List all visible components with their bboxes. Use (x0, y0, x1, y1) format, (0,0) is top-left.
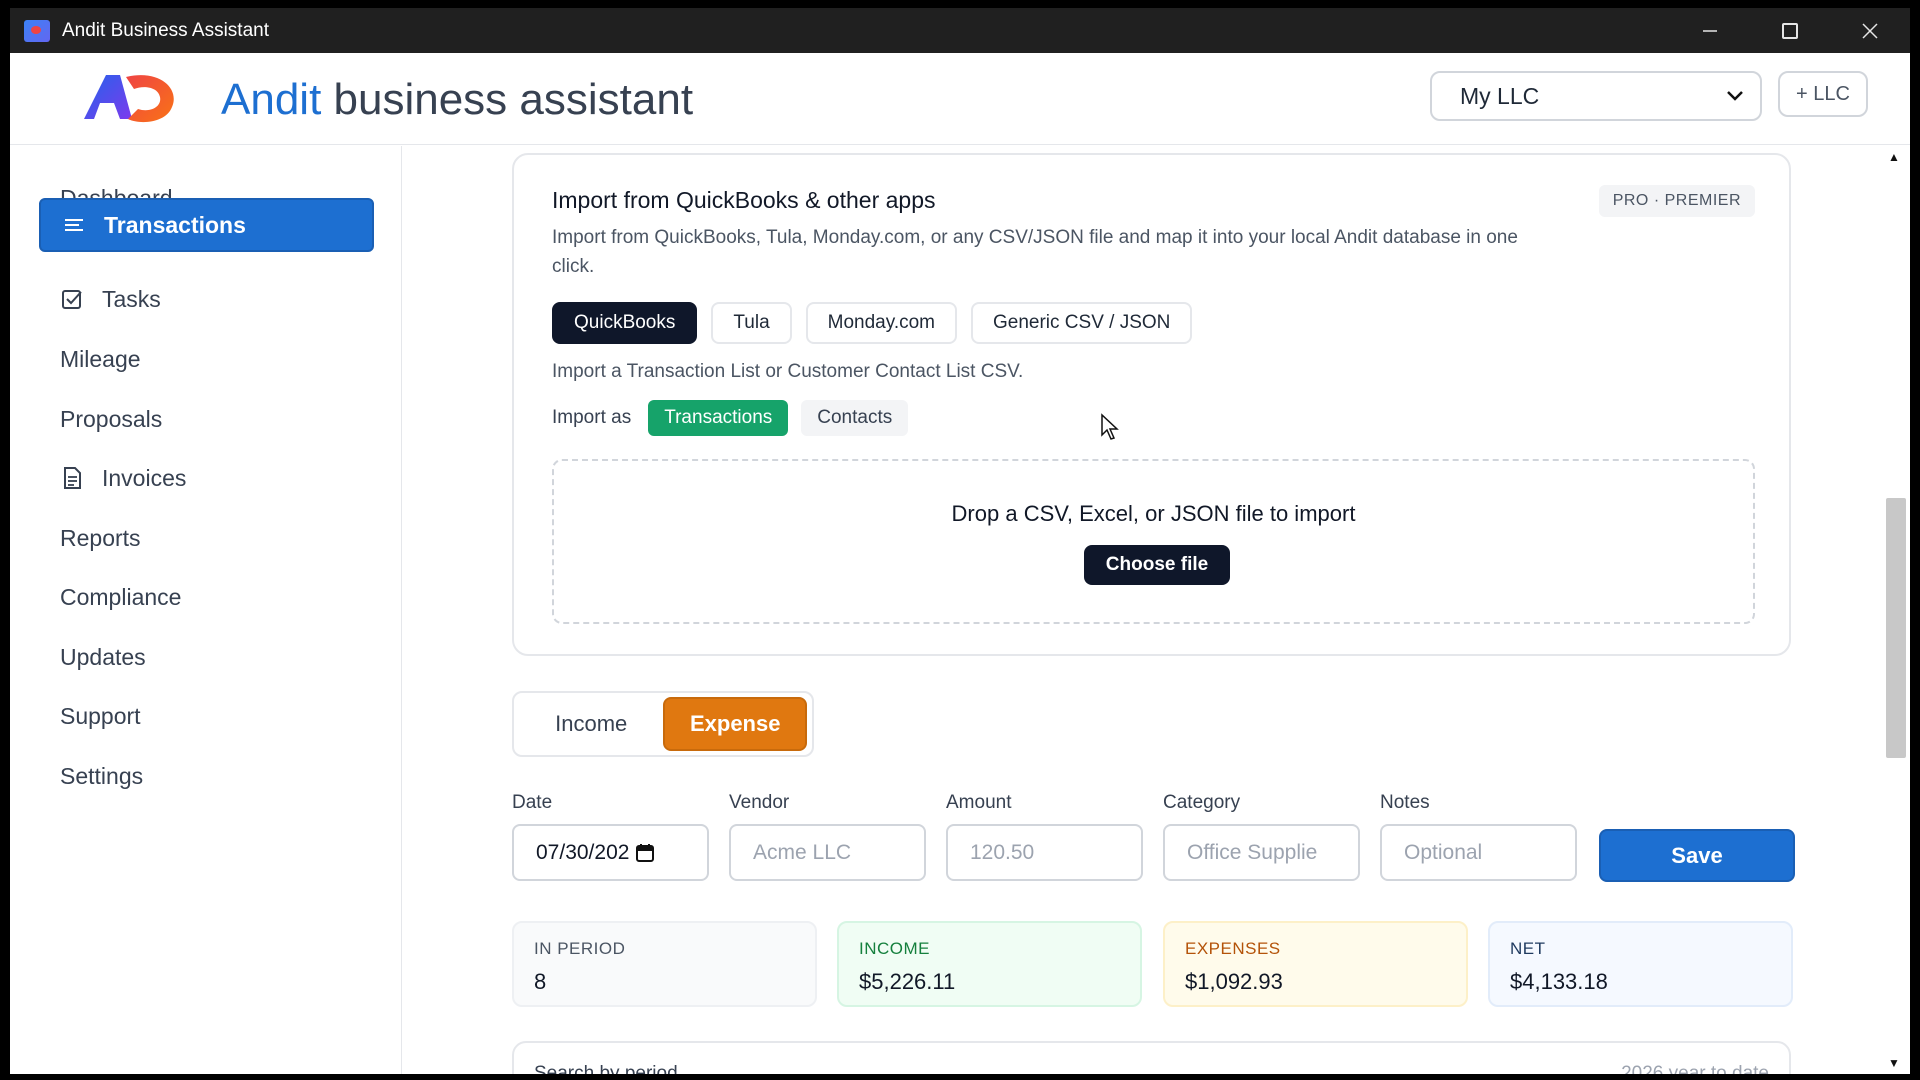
sidebar-item-label: Reports (60, 524, 141, 551)
maximize-icon (1782, 22, 1798, 39)
source-tab-tula[interactable]: Tula (711, 302, 792, 344)
sidebar-item-updates[interactable]: Updates (39, 630, 374, 684)
scroll-down-arrow-icon[interactable]: ▼ (1888, 1056, 1900, 1070)
notes-input[interactable]: Optional (1380, 824, 1577, 881)
choose-file-button[interactable]: Choose file (1084, 545, 1230, 585)
sidebar-item-invoices[interactable]: Invoices (39, 451, 374, 505)
stat-value: 8 (534, 969, 547, 994)
sidebar-item-label: Mileage (60, 345, 141, 372)
expense-toggle-button[interactable]: Expense (663, 697, 807, 751)
close-icon (1862, 22, 1878, 39)
brand-rest: business assistant (321, 75, 694, 124)
sidebar-item-mileage[interactable]: Mileage (39, 332, 374, 386)
brand-accent: Andit (221, 75, 322, 124)
stat-label: EXPENSES (1185, 939, 1281, 958)
sidebar-item-label: Updates (60, 643, 146, 670)
app-window: Andit Business Assistant Andit business … (10, 8, 1910, 1074)
sidebar-item-label: Compliance (60, 583, 182, 610)
stat-label: INCOME (859, 939, 930, 958)
date-label: Date (512, 792, 553, 813)
category-label: Category (1163, 792, 1241, 813)
sidebar-item-tasks[interactable]: Tasks (39, 272, 374, 326)
mouse-cursor-icon (1101, 413, 1119, 440)
import-as-contacts-button[interactable]: Contacts (801, 400, 909, 436)
list-icon (62, 213, 86, 237)
stat-in-period: IN PERIOD 8 (512, 921, 817, 1007)
main-content: Import from QuickBooks & other apps PRO … (403, 146, 1843, 1074)
import-as-transactions-button[interactable]: Transactions (648, 400, 789, 436)
scroll-up-arrow-icon[interactable]: ▲ (1888, 150, 1900, 164)
import-as-group: Import as Transactions Contacts (552, 400, 909, 436)
app-header: Andit business assistant My LLC + LLC (10, 53, 1910, 145)
import-description: Import from QuickBooks, Tula, Monday.com… (552, 227, 1518, 277)
scrollbar-thumb[interactable] (1886, 498, 1906, 758)
stat-label: IN PERIOD (534, 939, 626, 958)
plan-badge: PRO · PREMIER (1598, 185, 1755, 217)
minimize-icon (1703, 29, 1717, 32)
save-button[interactable]: Save (1599, 829, 1795, 882)
import-hint: Import a Transaction List or Customer Co… (552, 361, 1024, 382)
stat-net: NET $4,133.18 (1488, 921, 1793, 1007)
close-button[interactable] (1830, 8, 1910, 53)
sidebar-item-label: Invoices (102, 464, 187, 491)
document-icon (60, 466, 84, 490)
maximize-button[interactable] (1750, 8, 1830, 53)
import-source-tabs: QuickBooks Tula Monday.com Generic CSV /… (552, 302, 1193, 344)
sidebar-item-settings[interactable]: Settings (39, 749, 374, 803)
stat-expenses: EXPENSES $1,092.93 (1163, 921, 1468, 1007)
search-period-range[interactable]: 2026 year to date (1621, 1063, 1769, 1074)
sidebar-item-reports[interactable]: Reports (39, 511, 374, 565)
transaction-type-toggle: Income Expense (512, 691, 814, 757)
sidebar-item-label: Settings (60, 762, 144, 789)
amount-label: Amount (946, 792, 1012, 813)
sidebar: Dashboard Transactions Tasks Mileage Pro… (10, 146, 402, 1074)
search-period-label: Search by period (534, 1063, 678, 1074)
sidebar-item-transactions[interactable]: Transactions (39, 198, 374, 252)
date-value: 07/30/202 (536, 840, 630, 864)
search-period-card: Search by period 2026 year to date (512, 1041, 1791, 1074)
add-llc-button[interactable]: + LLC (1778, 71, 1868, 117)
sidebar-item-label: Tasks (102, 285, 161, 312)
company-select-value: My LLC (1460, 82, 1540, 109)
chevron-down-icon (1727, 91, 1743, 101)
sidebar-item-label: Support (60, 702, 141, 729)
title-bar: Andit Business Assistant (10, 8, 1910, 53)
file-dropzone[interactable]: Drop a CSV, Excel, or JSON file to impor… (552, 459, 1755, 624)
stat-income: INCOME $5,226.11 (837, 921, 1142, 1007)
sidebar-item-proposals[interactable]: Proposals (39, 392, 374, 446)
calendar-icon[interactable] (635, 843, 655, 863)
source-tab-generic-csv-json[interactable]: Generic CSV / JSON (971, 302, 1193, 344)
import-title: Import from QuickBooks & other apps (552, 187, 936, 213)
stat-value: $1,092.93 (1185, 969, 1283, 994)
andit-logo (84, 75, 174, 123)
sidebar-item-label: Transactions (104, 211, 246, 238)
amount-input[interactable]: 120.50 (946, 824, 1143, 881)
import-as-label: Import as (552, 407, 632, 428)
vendor-input[interactable]: Acme LLC (729, 824, 926, 881)
sidebar-item-label: Proposals (60, 405, 163, 432)
vertical-scrollbar[interactable]: ▲ ▼ (1880, 146, 1910, 1074)
source-tab-quickbooks[interactable]: QuickBooks (552, 302, 698, 344)
source-tab-monday[interactable]: Monday.com (805, 302, 957, 344)
income-toggle-button[interactable]: Income (519, 697, 663, 751)
vendor-label: Vendor (729, 792, 790, 813)
checkbox-icon (60, 287, 84, 311)
sidebar-item-support[interactable]: Support (39, 689, 374, 743)
brand-title: Andit business assistant (221, 75, 693, 125)
stat-value: $5,226.11 (859, 969, 956, 994)
minimize-button[interactable] (1670, 8, 1750, 53)
stat-value: $4,133.18 (1510, 969, 1608, 994)
sidebar-item-compliance[interactable]: Compliance (39, 570, 374, 624)
stat-label: NET (1510, 939, 1546, 958)
window-title: Andit Business Assistant (62, 19, 269, 41)
dropzone-text: Drop a CSV, Excel, or JSON file to impor… (951, 501, 1356, 526)
company-select[interactable]: My LLC (1430, 71, 1762, 121)
category-input[interactable]: Office Supplie (1163, 824, 1360, 881)
import-card: Import from QuickBooks & other apps PRO … (512, 153, 1791, 656)
notes-label: Notes (1380, 792, 1430, 813)
app-icon (24, 19, 50, 42)
date-input[interactable]: 07/30/202 (512, 824, 709, 881)
